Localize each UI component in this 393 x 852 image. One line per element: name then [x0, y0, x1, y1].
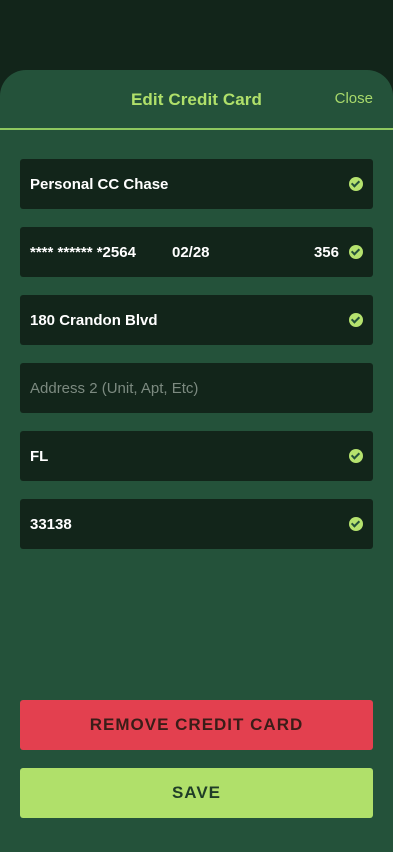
address1-field[interactable]: 180 Crandon Blvd: [20, 295, 373, 345]
close-button[interactable]: Close: [335, 90, 373, 107]
state-value: FL: [30, 447, 49, 465]
remove-credit-card-button[interactable]: REMOVE CREDIT CARD: [20, 700, 373, 750]
address2-field[interactable]: Address 2 (Unit, Apt, Etc): [20, 363, 373, 413]
check-circle-icon: [349, 517, 363, 531]
edit-card-sheet: Edit Credit Card Close Personal CC Chase…: [0, 70, 393, 852]
card-details-field[interactable]: **** ****** *2564 02/28 356: [20, 227, 373, 277]
zip-value: 33138: [30, 515, 72, 533]
sheet-header: Edit Credit Card Close: [0, 70, 393, 130]
card-cvv-value[interactable]: 356: [314, 244, 339, 261]
address2-placeholder: Address 2 (Unit, Apt, Etc): [30, 379, 199, 397]
save-button[interactable]: SAVE: [20, 768, 373, 818]
address1-value: 180 Crandon Blvd: [30, 311, 158, 329]
check-circle-icon: [349, 177, 363, 191]
card-name-value: Personal CC Chase: [30, 175, 169, 193]
card-number-value[interactable]: **** ****** *2564: [30, 244, 172, 261]
card-name-field[interactable]: Personal CC Chase: [20, 159, 373, 209]
screen: Edit Credit Card Close Personal CC Chase…: [0, 0, 393, 852]
check-circle-icon: [349, 313, 363, 327]
check-circle-icon: [349, 245, 363, 259]
card-expiry-value[interactable]: 02/28: [172, 244, 314, 261]
state-field[interactable]: FL: [20, 431, 373, 481]
zip-field[interactable]: 33138: [20, 499, 373, 549]
check-circle-icon: [349, 449, 363, 463]
